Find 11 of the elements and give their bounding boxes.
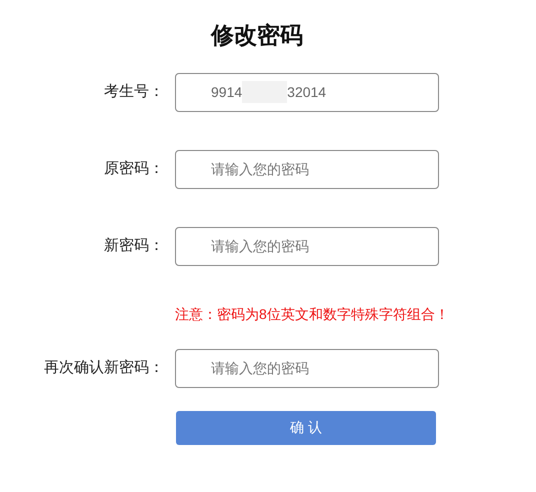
password-notice: 注意：密码为8位英文和数字特殊字符组合！ (175, 306, 449, 322)
page-title: 修改密码 (211, 21, 303, 50)
field-label: 新密码： (103, 236, 165, 256)
field-label: 再次确认新密码： (43, 358, 165, 378)
field-label: 原密码： (103, 158, 165, 179)
confirm-button[interactable]: 确 认 (176, 410, 436, 444)
input-field[interactable]: 9914 32014 (175, 72, 439, 112)
field-label: 考生号： (103, 82, 165, 102)
input-field[interactable]: 请输入您的密码 (175, 348, 439, 388)
input-field[interactable]: 请输入您的密码 (175, 226, 439, 266)
input-field[interactable]: 请输入您的密码 (175, 150, 439, 188)
